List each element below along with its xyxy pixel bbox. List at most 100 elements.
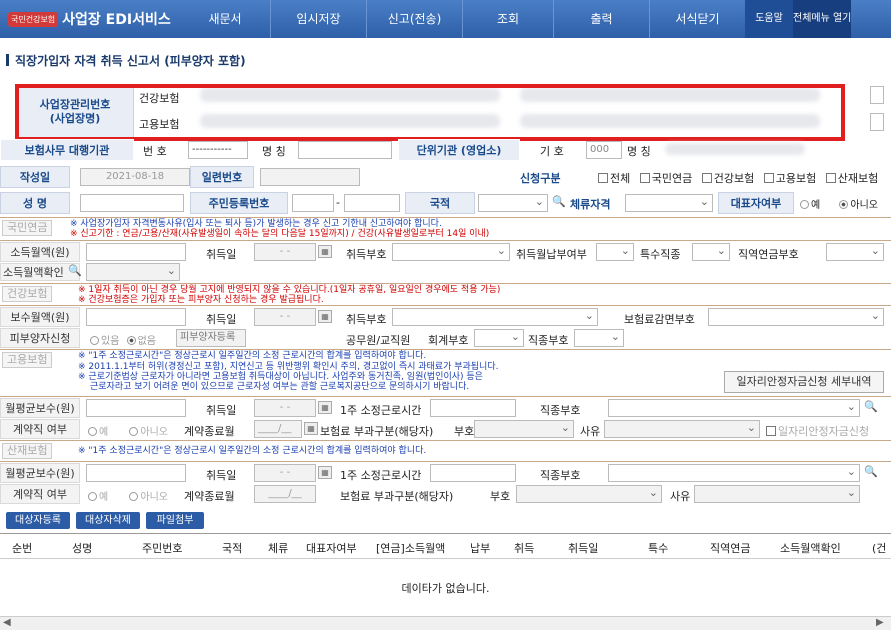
name-input[interactable] [80,194,184,212]
employ-contract-no-radio[interactable] [129,427,139,436]
industrial-contract-yes-radio[interactable] [88,492,97,501]
nav-temp-save[interactable]: 임시저장 [271,0,366,38]
employ-reason-select[interactable] [604,420,760,438]
income-confirm-select[interactable] [86,263,180,281]
horizontal-scrollbar[interactable]: ◀ ▶ [0,616,891,630]
redacted-unit-name [665,143,805,155]
pension-income-input[interactable] [86,243,186,261]
nav-search[interactable]: 조회 [463,0,553,38]
industrial-avg-input[interactable] [86,464,186,482]
agency-number-input[interactable]: ----------- [188,141,248,159]
write-date-input[interactable]: 2021-08-18 [80,168,190,186]
job-support-checkbox[interactable] [766,426,776,436]
job-support-detail-button[interactable]: 일자리안정자금신청 세부내역 [724,371,884,393]
industrial-tag[interactable]: 산재보험 [2,443,53,459]
account-code-select[interactable] [474,329,524,347]
employ-acq-date[interactable]: - - [254,399,316,417]
col-job-pension[interactable]: 직역연금 [710,540,750,556]
pension-calendar-icon[interactable]: ▦ [318,245,332,258]
health-acq-code-select[interactable] [392,308,598,326]
job-pension-select[interactable] [826,243,884,261]
industrial-jobcode-search-icon[interactable]: 🔍 [864,465,878,478]
health-pay-input[interactable] [86,308,186,326]
col-nation[interactable]: 국적 [222,540,242,556]
industrial-burden-code-select[interactable] [516,485,662,503]
nation-search-icon[interactable]: 🔍 [552,195,566,208]
industrial-end-input[interactable]: ____/__ [254,485,316,503]
health-acq-date[interactable]: - - [254,308,316,326]
col-acq[interactable]: 취득 [514,540,534,556]
industrial-acq-date[interactable]: - - [254,464,316,482]
special-job-select[interactable] [692,243,730,261]
agency-name-input[interactable] [298,141,392,159]
employ-end-input[interactable]: ____/__ [254,420,302,438]
nav-print[interactable]: 출력 [554,0,649,38]
rep-label: 대표자여부 [718,192,794,214]
full-menu-button[interactable]: 전체메뉴 열기 [793,0,851,38]
unit-code-input[interactable]: 000 [586,141,622,159]
col-special[interactable]: 특수 [648,540,668,556]
rrn-back-input[interactable] [344,194,400,212]
employ-avg-input[interactable] [86,399,186,417]
col-name[interactable]: 성명 [72,540,92,556]
col-stay[interactable]: 체류 [268,540,288,556]
industrial-contract-no-radio[interactable] [129,492,139,501]
health-reduce-select[interactable] [708,308,884,326]
employ-jobcode-select[interactable] [608,399,860,417]
check-all[interactable] [598,173,608,183]
health-tag[interactable]: 건강보험 [2,286,53,302]
col-rrn[interactable]: 주민번호 [142,540,182,556]
check-health[interactable] [701,173,712,183]
nav-submit[interactable]: 신고(전송) [367,0,462,38]
pension-tag[interactable]: 국민연금 [2,220,53,236]
col-pay[interactable]: 납부 [470,540,490,556]
scroll-left-icon[interactable]: ◀ [3,617,11,628]
pension-acq-code-select[interactable] [392,243,510,261]
dependent-none-radio[interactable] [126,336,136,345]
col-seq[interactable]: 순번 [12,540,32,556]
employ-jobcode-search-icon[interactable]: 🔍 [864,400,878,413]
serial-input[interactable] [260,168,360,186]
stay-select[interactable] [625,194,713,212]
register-button[interactable]: 대상자등록 [6,512,70,529]
delete-button[interactable]: 대상자삭제 [76,512,140,529]
employ-calendar-icon[interactable]: ▦ [318,401,332,414]
employ-contract-yes-radio[interactable] [88,427,97,436]
industrial-reason-select[interactable] [694,485,860,503]
health-acq-label: 취득일 [206,313,237,326]
health-calendar-icon[interactable]: ▦ [318,310,332,323]
col-acq-date[interactable]: 취득일 [568,540,598,556]
col-income[interactable]: [연금]소득월액 [376,540,445,556]
biz-extra-field-1[interactable] [870,86,884,104]
pension-acq-month-select[interactable] [596,243,634,261]
nav-close-form[interactable]: 서식닫기 [650,0,745,38]
check-pension[interactable] [639,173,650,183]
dependent-register-button[interactable]: 피부양자등록 [176,329,246,347]
rrn-front-input[interactable] [292,194,334,212]
col-rep[interactable]: 대표자여부 [306,540,357,556]
rep-yes-radio[interactable] [800,200,809,209]
health-jobcode-select[interactable] [574,329,624,347]
rep-no-radio[interactable] [839,200,849,209]
attach-file-button[interactable]: 파일첨부 [146,512,204,529]
industrial-jobcode-select[interactable] [608,464,860,482]
dependent-has-radio[interactable] [90,336,99,345]
help-button[interactable]: 도움말 [745,0,793,38]
pension-acq-date[interactable]: - - [254,243,316,261]
biz-extra-field-2[interactable] [870,113,884,131]
income-confirm-search-icon[interactable]: 🔍 [68,264,82,277]
industrial-calendar-icon[interactable]: ▦ [318,466,332,479]
employ-hours-input[interactable] [430,399,516,417]
nav-new-document[interactable]: 새문서 [180,0,270,38]
industrial-hours-input[interactable] [430,464,516,482]
check-industrial[interactable] [825,173,836,183]
col-income-confirm[interactable]: 소득월액확인 [780,540,841,556]
employ-burden-code-select[interactable] [474,420,574,438]
col-health[interactable]: (건 [872,540,886,556]
nation-select[interactable] [478,194,548,212]
check-employ[interactable] [763,173,774,183]
employ-end-calendar-icon[interactable]: ▦ [304,422,318,435]
scroll-right-icon[interactable]: ▶ [876,617,884,628]
employ-tag[interactable]: 고용보험 [2,352,53,368]
unit-agency-label: 단위기관 (영업소) [398,139,520,161]
